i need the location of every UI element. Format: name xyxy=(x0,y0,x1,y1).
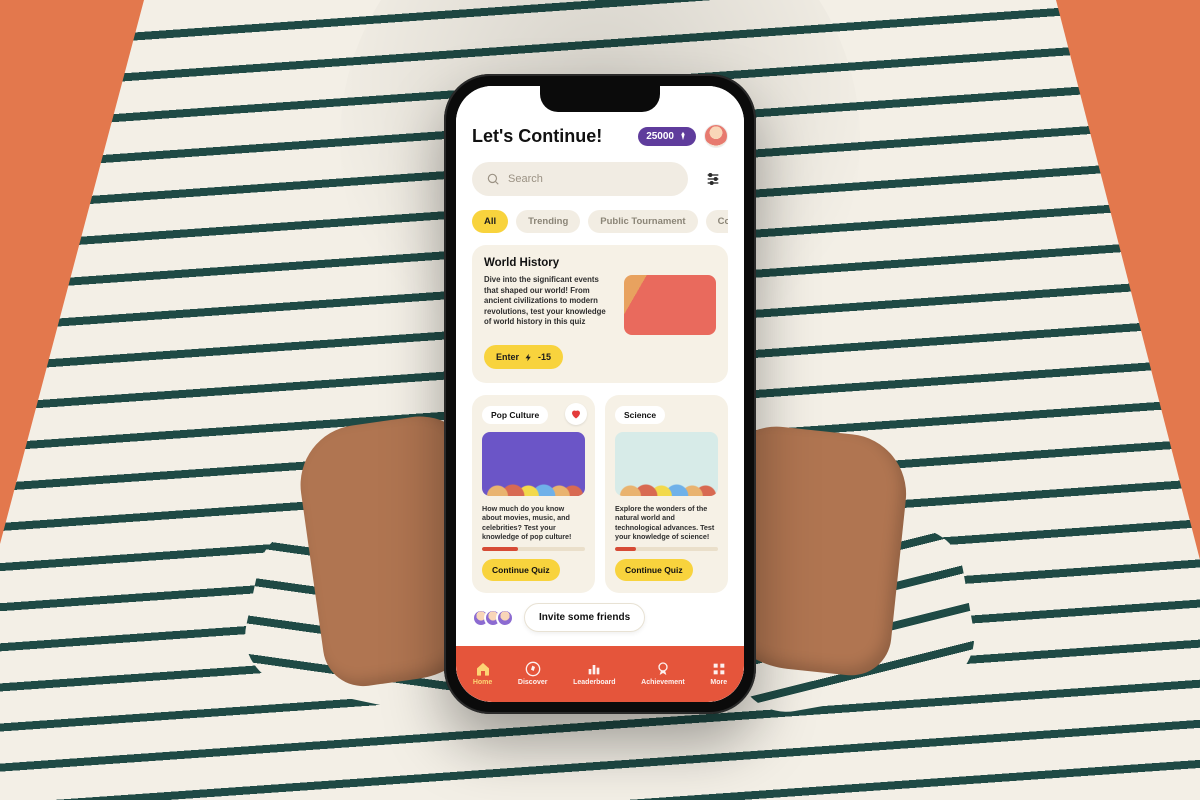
nav-discover[interactable]: Discover xyxy=(518,661,548,686)
nav-label: Achievement xyxy=(641,679,685,686)
bottom-nav: Home Discover Leaderboard Achievement Mo… xyxy=(456,646,744,702)
home-icon xyxy=(475,661,491,677)
chip-all[interactable]: All xyxy=(472,210,508,233)
quiz-card-science[interactable]: Science Explore the wonders of the natur… xyxy=(605,395,728,593)
medal-icon xyxy=(655,661,671,677)
filter-button[interactable] xyxy=(698,164,728,194)
search-icon xyxy=(486,172,500,186)
compass-icon xyxy=(525,661,541,677)
page-title: Let's Continue! xyxy=(472,126,602,147)
header-right: 25000 xyxy=(638,124,728,148)
heart-icon xyxy=(570,408,582,420)
nav-label: Home xyxy=(473,679,492,686)
grid-icon xyxy=(711,661,727,677)
phone-frame: Let's Continue! 25000 Search xyxy=(444,74,756,714)
nav-label: Leaderboard xyxy=(573,679,615,686)
progress-bar xyxy=(615,547,718,551)
avatar xyxy=(496,609,514,627)
app-header: Let's Continue! 25000 xyxy=(472,124,728,148)
invite-avatars xyxy=(472,609,514,627)
favorite-button[interactable] xyxy=(565,403,587,425)
category-chips: All Trending Public Tournament Compe xyxy=(472,210,728,233)
quiz-tag: Science xyxy=(615,406,665,424)
enter-button[interactable]: Enter -15 xyxy=(484,345,563,369)
search-input[interactable]: Search xyxy=(472,162,688,196)
hero-card[interactable]: World History Dive into the significant … xyxy=(472,245,728,383)
chip-public-tournament[interactable]: Public Tournament xyxy=(588,210,697,233)
quiz-illustration xyxy=(482,432,585,496)
avatar[interactable] xyxy=(704,124,728,148)
bolt-icon xyxy=(524,353,533,362)
points-value: 25000 xyxy=(646,131,674,142)
chip-competitions[interactable]: Compe xyxy=(706,210,728,233)
progress-fill xyxy=(482,547,518,551)
search-row: Search xyxy=(472,162,728,196)
phone-notch xyxy=(540,86,660,112)
continue-button[interactable]: Continue Quiz xyxy=(615,559,693,581)
quiz-card-pop-culture[interactable]: Pop Culture How much do you know about m… xyxy=(472,395,595,593)
sliders-icon xyxy=(705,171,721,187)
diamond-icon xyxy=(678,131,688,141)
phone-screen: Let's Continue! 25000 Search xyxy=(456,86,744,702)
nav-label: Discover xyxy=(518,679,548,686)
progress-bar xyxy=(482,547,585,551)
hero-title: World History xyxy=(484,257,716,269)
bars-icon xyxy=(586,661,602,677)
points-pill[interactable]: 25000 xyxy=(638,127,696,146)
quiz-description: How much do you know about movies, music… xyxy=(482,504,585,541)
invite-row: Invite some friends xyxy=(472,603,728,632)
quiz-card-row: Pop Culture How much do you know about m… xyxy=(472,395,728,593)
nav-leaderboard[interactable]: Leaderboard xyxy=(573,661,615,686)
hero-description: Dive into the significant events that sh… xyxy=(484,275,614,335)
quiz-illustration xyxy=(615,432,718,496)
world-map-thumbnail xyxy=(624,275,716,335)
enter-label: Enter xyxy=(496,352,519,362)
search-placeholder: Search xyxy=(508,173,543,185)
nav-more[interactable]: More xyxy=(710,661,727,686)
nav-home[interactable]: Home xyxy=(473,661,492,686)
nav-achievement[interactable]: Achievement xyxy=(641,661,685,686)
continue-button[interactable]: Continue Quiz xyxy=(482,559,560,581)
hero-row: Dive into the significant events that sh… xyxy=(484,275,716,335)
enter-cost: -15 xyxy=(538,352,551,362)
nav-label: More xyxy=(710,679,727,686)
quiz-tag: Pop Culture xyxy=(482,406,548,424)
quiz-description: Explore the wonders of the natural world… xyxy=(615,504,718,541)
chip-trending[interactable]: Trending xyxy=(516,210,580,233)
mockup-scene: Let's Continue! 25000 Search xyxy=(0,0,1200,800)
invite-friends-button[interactable]: Invite some friends xyxy=(524,603,645,632)
progress-fill xyxy=(615,547,636,551)
app-body: Let's Continue! 25000 Search xyxy=(456,86,744,702)
